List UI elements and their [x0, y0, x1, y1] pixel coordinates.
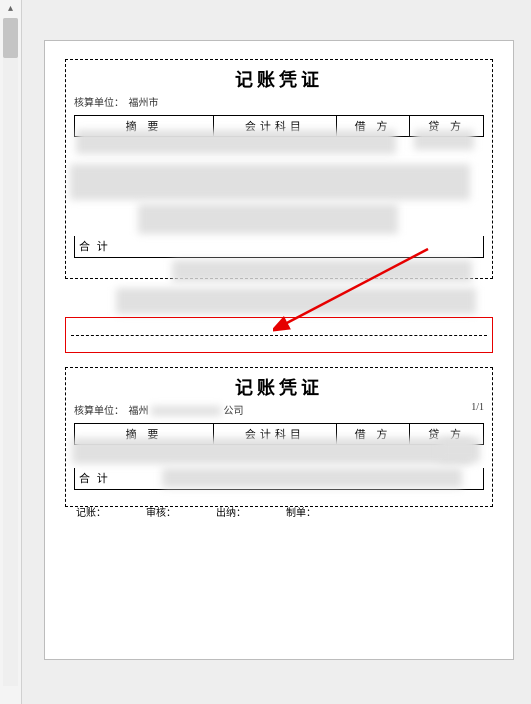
org-label: 核算单位：	[74, 94, 124, 109]
redacted-block	[138, 204, 398, 234]
redacted-block	[162, 468, 462, 488]
footer-recorder: 记账：	[76, 504, 106, 519]
redacted-inline	[151, 406, 221, 416]
redacted-block	[172, 260, 472, 282]
vertical-scrollbar[interactable]: ▴	[0, 0, 22, 704]
scrollbar-track[interactable]	[3, 18, 18, 686]
redacted-block	[440, 438, 480, 462]
separator-dashed-line	[71, 335, 487, 336]
print-preview-page: 记账凭证 核算单位： 福州市 摘 要 会计科目 借 方 贷 方 合 计	[44, 40, 514, 660]
redacted-block	[72, 438, 472, 464]
scroll-up-button[interactable]: ▴	[0, 0, 21, 18]
footer-cashier: 出纳：	[216, 504, 246, 519]
redacted-block	[70, 164, 470, 200]
org-suffix: 公司	[224, 402, 244, 417]
voucher-2: 记账凭证 核算单位： 福州 公司 1/1 摘 要 会计科目 借 方 贷 方 合 …	[65, 367, 493, 507]
org-label: 核算单位：	[74, 402, 124, 417]
footer-preparer: 制单：	[286, 504, 316, 519]
scrollbar-thumb[interactable]	[3, 18, 18, 58]
total-row: 合 计	[74, 236, 484, 258]
voucher-footer: 记账： 审核： 出纳： 制单：	[76, 504, 482, 519]
org-value: 福州市	[129, 94, 159, 109]
redacted-block	[414, 130, 474, 150]
voucher-title: 记账凭证	[74, 374, 484, 400]
voucher-page-number: 1/1	[471, 402, 484, 413]
voucher-title: 记账凭证	[74, 66, 484, 92]
redacted-block	[76, 130, 396, 154]
footer-auditor: 审核：	[146, 504, 176, 519]
voucher-subheader: 核算单位： 福州市	[74, 94, 484, 109]
voucher-1: 记账凭证 核算单位： 福州市 摘 要 会计科目 借 方 贷 方 合 计	[65, 59, 493, 279]
org-value: 福州	[129, 402, 149, 417]
page-separator-region	[65, 297, 493, 367]
voucher-subheader: 核算单位： 福州 公司 1/1	[74, 402, 484, 417]
